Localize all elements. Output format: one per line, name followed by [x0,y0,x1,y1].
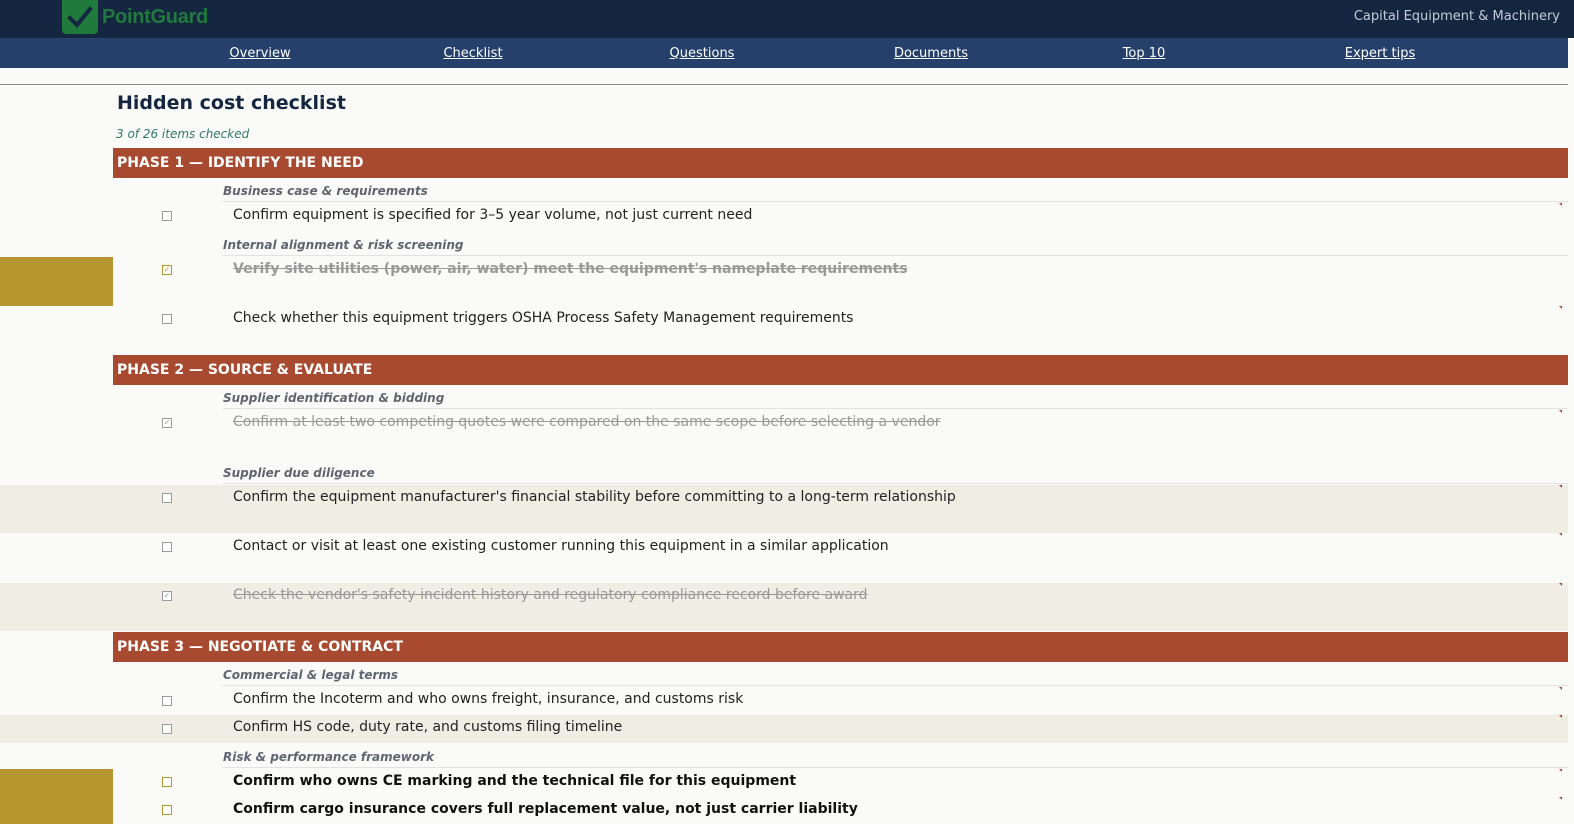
checklist-item[interactable]: Confirm the Incoterm and who owns freigh… [0,687,1568,715]
nav-questions[interactable]: Questions [670,46,735,61]
flag-marker [1559,797,1562,800]
checkmark-icon [62,0,98,34]
flag-marker [1559,533,1562,536]
flag-marker [1559,583,1562,586]
phase-header[interactable]: PHASE 3 — NEGOTIATE & CONTRACT [113,632,1568,662]
item-text: Confirm the equipment manufacturer's fin… [233,489,956,505]
checklist-item[interactable]: Confirm the equipment manufacturer's fin… [0,485,1568,533]
checkbox[interactable] [162,211,172,221]
checklist-item[interactable]: ✓ Confirm at least two competing quotes … [0,410,1568,460]
checklist-item[interactable]: Confirm who owns CE marking and the tech… [0,769,1568,797]
group-header: Risk & performance framework [223,746,1568,768]
checkbox[interactable] [162,724,172,734]
flag-marker [1559,485,1562,488]
checkbox-checked[interactable]: ✓ [162,265,172,275]
checkbox-checked[interactable]: ✓ [162,591,172,601]
checklist-item[interactable]: ✓ Verify site utilities (power, air, wat… [0,257,1568,306]
item-text: Contact or visit at least one existing c… [233,538,889,554]
group-header: Internal alignment & risk screening [223,234,1568,256]
checklist-item[interactable]: Confirm cargo insurance covers full repl… [0,797,1568,824]
main-nav: Overview Checklist Questions Documents T… [0,38,1568,68]
phase-header[interactable]: PHASE 2 — SOURCE & EVALUATE [113,355,1568,385]
checkbox[interactable] [162,314,172,324]
item-text: Confirm cargo insurance covers full repl… [233,801,858,817]
flag-marker [1559,410,1562,413]
nav-expert-tips[interactable]: Expert tips [1345,46,1415,61]
header-divider [0,84,1568,85]
checklist-item[interactable]: Contact or visit at least one existing c… [0,533,1568,583]
phase-header[interactable]: PHASE 1 — IDENTIFY THE NEED [113,148,1568,178]
checklist-item[interactable]: ✓ Check the vendor's safety incident his… [0,583,1568,631]
checkbox[interactable] [162,805,172,815]
flag-marker [1559,715,1562,718]
nav-overview[interactable]: Overview [229,46,290,61]
checklist-item[interactable]: Check whether this equipment triggers OS… [0,306,1568,354]
checkbox-checked[interactable]: ✓ [162,418,172,428]
logo[interactable]: PointGuard [62,0,208,34]
item-text: Verify site utilities (power, air, water… [233,261,908,277]
sector-label: Capital Equipment & Machinery [1353,9,1560,24]
checklist-item[interactable]: Confirm HS code, duty rate, and customs … [0,715,1568,743]
nav-documents[interactable]: Documents [894,46,968,61]
checkbox[interactable] [162,542,172,552]
checkbox[interactable] [162,493,172,503]
top-bar: PointGuard Capital Equipment & Machinery [0,0,1574,38]
flag-marker [1559,769,1562,772]
item-text: Confirm who owns CE marking and the tech… [233,773,797,789]
progress-counter: 3 of 26 items checked [116,127,250,141]
checklist-item[interactable]: Confirm equipment is specified for 3–5 y… [0,203,1568,230]
nav-checklist[interactable]: Checklist [443,46,502,61]
group-header: Supplier due diligence [223,462,1568,484]
group-header: Commercial & legal terms [223,664,1568,686]
item-text: Check whether this equipment triggers OS… [233,310,854,326]
flag-marker [1559,687,1562,690]
item-text: Confirm the Incoterm and who owns freigh… [233,691,744,707]
group-header: Business case & requirements [223,180,1568,202]
flag-marker [1559,203,1562,206]
item-text: Check the vendor's safety incident histo… [233,587,868,603]
item-text: Confirm HS code, duty rate, and customs … [233,719,623,735]
page-title: Hidden cost checklist [117,92,346,114]
checkbox[interactable] [162,777,172,787]
item-text: Confirm equipment is specified for 3–5 y… [233,207,753,223]
flag-marker [1559,306,1562,309]
checkbox[interactable] [162,696,172,706]
item-text: Confirm at least two competing quotes we… [233,414,941,430]
brand-name: PointGuard [102,5,208,28]
nav-top-10[interactable]: Top 10 [1123,46,1166,61]
group-header: Supplier identification & bidding [223,387,1568,409]
